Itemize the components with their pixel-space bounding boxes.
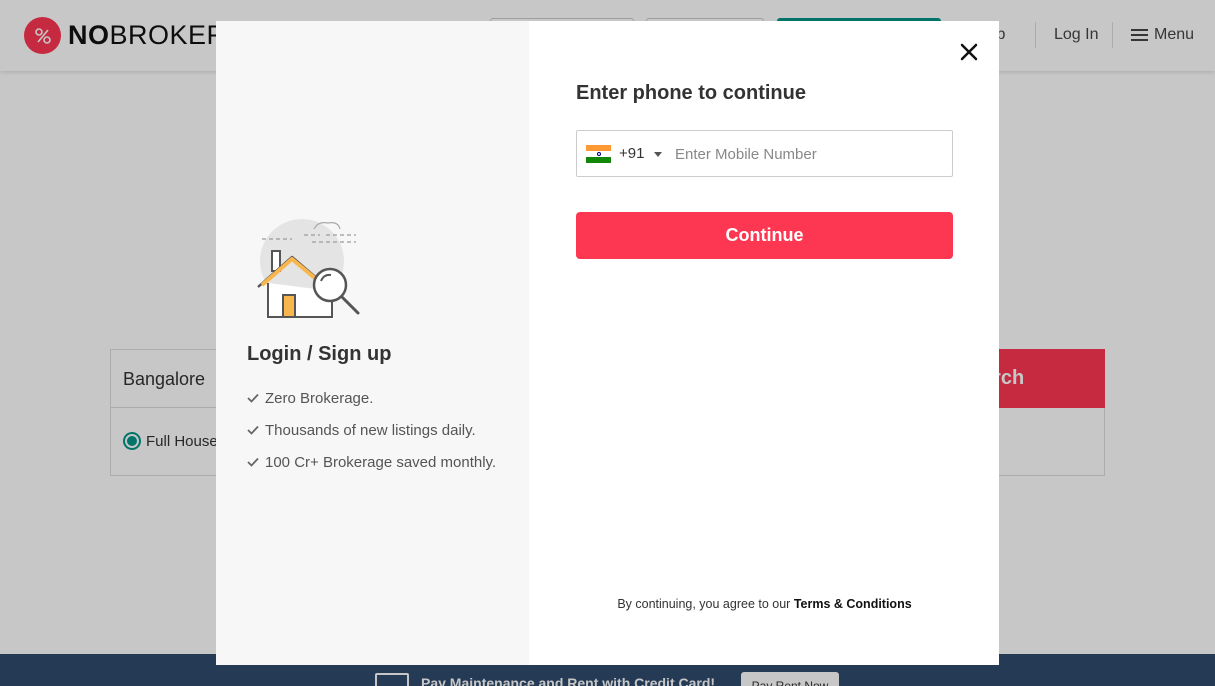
phone-form-heading: Enter phone to continue [576, 82, 806, 104]
benefit-text: Thousands of new listings daily. [265, 421, 476, 439]
country-code-selector[interactable]: +91 [619, 145, 644, 162]
check-icon [247, 425, 259, 435]
benefit-item: 100 Cr+ Brokerage saved monthly. [247, 446, 496, 478]
benefit-item: Thousands of new listings daily. [247, 414, 496, 446]
continue-button[interactable]: Continue [576, 212, 953, 259]
terms-link[interactable]: Terms & Conditions [794, 597, 912, 611]
mobile-number-input[interactable] [675, 132, 945, 176]
check-icon [247, 393, 259, 403]
benefit-item: Zero Brokerage. [247, 382, 496, 414]
india-flag-icon[interactable] [586, 145, 611, 163]
benefit-text: 100 Cr+ Brokerage saved monthly. [265, 453, 497, 471]
benefits-list: Zero Brokerage. Thousands of new listing… [247, 382, 496, 478]
modal-form-panel [529, 21, 999, 665]
phone-field: +91 [576, 130, 953, 177]
benefit-text: Zero Brokerage. [265, 389, 374, 407]
modal-info-panel: Login / Sign up Zero Brokerage. Thousand… [216, 21, 529, 665]
login-modal: Login / Sign up Zero Brokerage. Thousand… [216, 21, 999, 665]
caret-down-icon[interactable] [654, 152, 662, 157]
terms-notice: By continuing, you agree to our Terms & … [576, 597, 953, 611]
login-signup-heading: Login / Sign up [247, 343, 392, 365]
check-icon [247, 457, 259, 467]
house-search-icon [257, 219, 360, 318]
close-icon[interactable] [960, 43, 978, 61]
terms-prefix: By continuing, you agree to our [617, 597, 794, 611]
